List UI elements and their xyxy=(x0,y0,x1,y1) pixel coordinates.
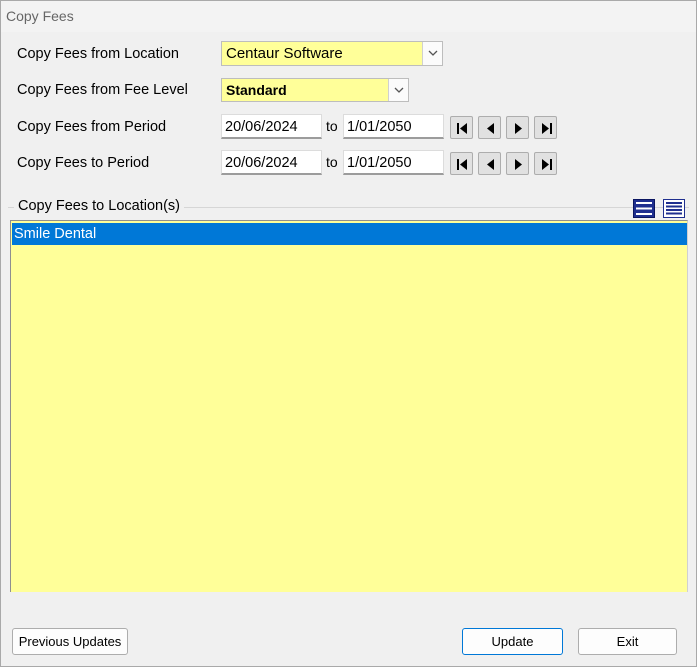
locations-group-label: Copy Fees to Location(s) xyxy=(14,198,184,214)
previous-record-icon xyxy=(487,123,494,134)
to-period-end-field[interactable]: 1/01/2050 xyxy=(343,150,444,175)
to-period-to-label: to xyxy=(326,154,338,170)
list-item[interactable]: Smile Dental xyxy=(12,223,687,245)
first-record-icon xyxy=(457,159,467,170)
from-location-value: Centaur Software xyxy=(226,45,343,62)
first-record-icon xyxy=(457,123,467,134)
deselect-all-icon xyxy=(663,199,685,218)
from-fee-level-label: Copy Fees from Fee Level xyxy=(17,82,188,98)
exit-button[interactable]: Exit xyxy=(578,628,677,655)
deselect-all-button[interactable] xyxy=(663,199,685,218)
to-period-start-field[interactable]: 20/06/2024 xyxy=(221,150,322,175)
list-item-label: Smile Dental xyxy=(14,226,97,242)
to-next-period-button[interactable] xyxy=(506,152,529,175)
to-last-period-button[interactable] xyxy=(534,152,557,175)
from-period-start-field[interactable]: 20/06/2024 xyxy=(221,114,322,139)
from-last-period-button[interactable] xyxy=(534,116,557,139)
next-record-icon xyxy=(515,123,522,134)
from-next-period-button[interactable] xyxy=(506,116,529,139)
locations-list[interactable]: Smile Dental xyxy=(10,220,688,592)
last-record-icon xyxy=(542,123,552,134)
to-period-label: Copy Fees to Period xyxy=(17,155,150,171)
next-record-icon xyxy=(515,159,522,170)
from-period-end-value: 1/01/2050 xyxy=(347,119,412,135)
to-first-period-button[interactable] xyxy=(450,152,473,175)
from-period-to-label: to xyxy=(326,118,338,134)
from-period-end-field[interactable]: 1/01/2050 xyxy=(343,114,444,139)
from-previous-period-button[interactable] xyxy=(478,116,501,139)
chevron-down-icon[interactable] xyxy=(388,79,408,101)
to-period-start-value: 20/06/2024 xyxy=(225,155,298,171)
select-all-button[interactable] xyxy=(633,199,655,218)
from-fee-level-value: Standard xyxy=(226,82,287,98)
from-period-label: Copy Fees from Period xyxy=(17,119,167,135)
from-location-dropdown[interactable]: Centaur Software xyxy=(221,41,443,66)
from-fee-level-dropdown[interactable]: Standard xyxy=(221,78,409,102)
update-button[interactable]: Update xyxy=(462,628,563,655)
select-all-icon xyxy=(633,199,655,218)
chevron-down-icon[interactable] xyxy=(422,42,442,65)
window-title: Copy Fees xyxy=(6,8,74,24)
from-period-start-value: 20/06/2024 xyxy=(225,119,298,135)
from-location-label: Copy Fees from Location xyxy=(17,46,179,62)
previous-updates-button[interactable]: Previous Updates xyxy=(12,628,128,655)
to-period-end-value: 1/01/2050 xyxy=(347,155,412,171)
previous-record-icon xyxy=(487,159,494,170)
title-bar: Copy Fees xyxy=(1,1,696,32)
to-previous-period-button[interactable] xyxy=(478,152,501,175)
from-first-period-button[interactable] xyxy=(450,116,473,139)
copy-fees-window: Copy Fees Copy Fees from Location Centau… xyxy=(0,0,697,667)
last-record-icon xyxy=(542,159,552,170)
